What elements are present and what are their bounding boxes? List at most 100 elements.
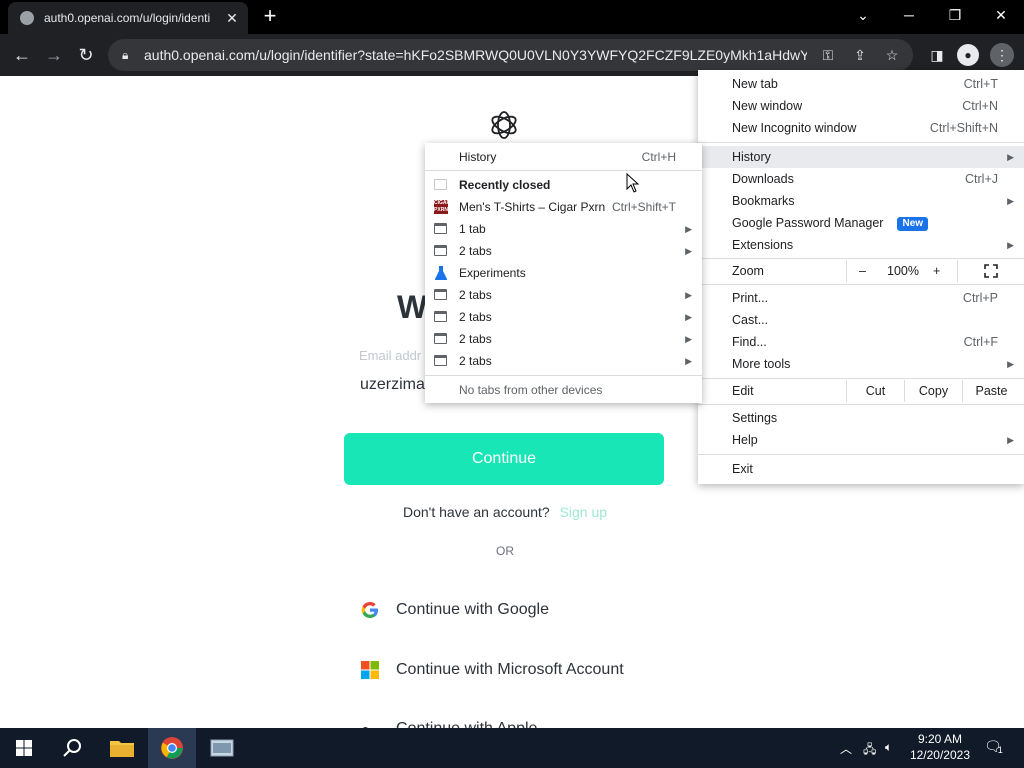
- history-submenu: History Ctrl+H Recently closed CIGAR PXRN…: [425, 143, 702, 403]
- paste-button[interactable]: Paste: [962, 380, 1020, 402]
- menu-divider: [698, 404, 1024, 405]
- menu-item-cast[interactable]: Cast...: [698, 309, 1024, 331]
- microsoft-login-button[interactable]: Continue with Microsoft Account: [360, 660, 624, 680]
- menu-item-exit[interactable]: Exit: [698, 458, 1024, 480]
- history-item-window[interactable]: 2 tabs ▶: [425, 306, 702, 328]
- bookmark-star-icon[interactable]: ☆: [881, 47, 903, 64]
- google-login-button[interactable]: Continue with Google: [360, 600, 549, 620]
- forward-button[interactable]: →: [42, 43, 66, 67]
- window-icon: [434, 289, 447, 300]
- menu-label: Find...: [732, 335, 767, 349]
- menu-shortcut: Ctrl+H: [641, 150, 676, 164]
- url-text[interactable]: auth0.openai.com/u/login/identifier?stat…: [144, 47, 807, 63]
- chrome-taskbar-button[interactable]: [148, 728, 196, 768]
- menu-item-help[interactable]: Help ▶: [698, 429, 1024, 451]
- windows-logo-icon: [16, 740, 32, 756]
- minimize-button[interactable]: ─: [886, 0, 932, 30]
- side-panel-icon[interactable]: ◨: [925, 43, 949, 67]
- edit-row: Edit Cut Copy Paste: [698, 380, 1024, 402]
- no-account-text: Don't have an account?: [403, 504, 550, 520]
- menu-label: History: [459, 150, 497, 164]
- menu-divider: [698, 454, 1024, 455]
- menu-item-incognito[interactable]: New Incognito window Ctrl+Shift+N: [698, 117, 1024, 139]
- menu-divider: [425, 375, 702, 376]
- signup-link[interactable]: Sign up: [560, 504, 607, 520]
- search-button[interactable]: [48, 728, 96, 768]
- reload-button[interactable]: ↻: [74, 43, 98, 67]
- system-clock[interactable]: 9:20 AM 12/20/2023: [910, 731, 970, 763]
- tab-search-icon[interactable]: ⌄: [840, 0, 886, 30]
- cut-button[interactable]: Cut: [846, 380, 904, 402]
- lock-icon[interactable]: 🔒︎: [122, 48, 134, 63]
- clock-time: 9:20 AM: [917, 732, 962, 746]
- address-bar[interactable]: 🔒︎ auth0.openai.com/u/login/identifier?s…: [108, 39, 913, 71]
- fullscreen-icon[interactable]: [984, 264, 998, 278]
- apple-login-button[interactable]: ● Continue with Apple: [360, 720, 537, 728]
- window-icon: [434, 245, 447, 256]
- menu-shortcut: Ctrl+Shift+N: [929, 121, 998, 135]
- history-item-cigar[interactable]: CIGAR PXRN Men's T-Shirts – Cigar Pxrn Ctr…: [425, 196, 702, 218]
- menu-item-find[interactable]: Find... Ctrl+F: [698, 331, 1024, 353]
- microsoft-login-label: Continue with Microsoft Account: [396, 661, 624, 678]
- history-item-window[interactable]: 2 tabs ▶: [425, 284, 702, 306]
- window-outline-icon: [434, 179, 447, 190]
- network-icon[interactable]: 🖧︎: [863, 740, 876, 761]
- recently-closed-header: Recently closed: [425, 174, 702, 196]
- continue-button[interactable]: Continue: [344, 433, 664, 485]
- history-item-window[interactable]: 1 tab ▶: [425, 218, 702, 240]
- menu-divider: [698, 142, 1024, 143]
- menu-item-password-manager[interactable]: Google Password Manager New: [698, 212, 1024, 234]
- app-taskbar-button[interactable]: [198, 728, 246, 768]
- volume-muted-icon[interactable]: 🔈︎: [885, 740, 892, 755]
- menu-label: 2 tabs: [459, 332, 492, 346]
- zoom-out-button[interactable]: –: [859, 260, 866, 282]
- edit-label: Edit: [732, 384, 754, 398]
- submenu-arrow-icon: ▶: [1007, 359, 1014, 369]
- menu-item-settings[interactable]: Settings: [698, 407, 1024, 429]
- notification-center-icon[interactable]: 🗨︎1: [984, 738, 1007, 755]
- back-button[interactable]: ←: [10, 43, 34, 67]
- history-item-experiments[interactable]: Experiments: [425, 262, 702, 284]
- no-other-devices-text: No tabs from other devices: [459, 383, 603, 397]
- history-menu-item-history[interactable]: History Ctrl+H: [425, 146, 702, 168]
- browser-tab[interactable]: auth0.openai.com/u/login/identi ✕: [8, 2, 248, 34]
- share-icon[interactable]: ⇪: [849, 47, 871, 64]
- copy-button[interactable]: Copy: [904, 380, 962, 402]
- menu-label: 2 tabs: [459, 310, 492, 324]
- chrome-icon: [161, 737, 183, 759]
- menu-label: New Incognito window: [732, 121, 857, 135]
- menu-shortcut: Ctrl+T: [963, 77, 998, 91]
- menu-shortcut: Ctrl+F: [963, 335, 998, 349]
- start-button[interactable]: [0, 728, 48, 768]
- tray-overflow-icon[interactable]: ︿: [840, 740, 852, 757]
- menu-item-extensions[interactable]: Extensions ▶: [698, 234, 1024, 256]
- menu-item-history[interactable]: History ▶: [698, 146, 1024, 168]
- profile-button[interactable]: ●: [957, 44, 981, 68]
- key-icon[interactable]: ⚿: [817, 47, 839, 64]
- file-explorer-button[interactable]: [98, 728, 146, 768]
- menu-label: Print...: [732, 291, 769, 305]
- zoom-in-button[interactable]: +: [933, 260, 940, 282]
- email-field[interactable]: uzerzima: [360, 376, 425, 394]
- menu-item-downloads[interactable]: Downloads Ctrl+J: [698, 168, 1024, 190]
- menu-item-more-tools[interactable]: More tools ▶: [698, 353, 1024, 375]
- history-item-window[interactable]: 2 tabs ▶: [425, 350, 702, 372]
- menu-item-new-tab[interactable]: New tab Ctrl+T: [698, 73, 1024, 95]
- submenu-arrow-icon: ▶: [685, 246, 692, 256]
- chrome-main-menu: New tab Ctrl+T New window Ctrl+N New Incog…: [698, 70, 1024, 484]
- new-tab-button[interactable]: +: [258, 5, 282, 29]
- menu-item-print[interactable]: Print... Ctrl+P: [698, 287, 1024, 309]
- menu-item-bookmarks[interactable]: Bookmarks ▶: [698, 190, 1024, 212]
- menu-label: New window: [732, 99, 803, 113]
- restore-button[interactable]: ❐: [932, 0, 978, 30]
- submenu-arrow-icon: ▶: [1007, 240, 1014, 250]
- close-window-button[interactable]: ✕: [978, 0, 1024, 30]
- menu-label: Extensions: [732, 238, 794, 252]
- notification-count: 1: [997, 745, 1003, 755]
- chrome-menu-button[interactable]: ⋮: [990, 43, 1014, 67]
- submenu-arrow-icon: ▶: [685, 312, 692, 322]
- menu-item-new-window[interactable]: New window Ctrl+N: [698, 95, 1024, 117]
- tab-close-icon[interactable]: ✕: [224, 10, 240, 27]
- history-item-window[interactable]: 2 tabs ▶: [425, 240, 702, 262]
- history-item-window[interactable]: 2 tabs ▶: [425, 328, 702, 350]
